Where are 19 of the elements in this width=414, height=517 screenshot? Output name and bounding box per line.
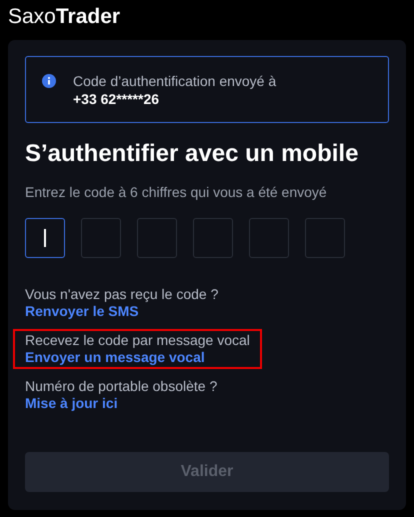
option-question: Vous n'avez pas reçu le code ?: [25, 286, 218, 303]
code-digit-field[interactable]: [305, 218, 345, 258]
logo: SaxoTrader: [8, 4, 120, 30]
instruction-text: Entrez le code à 6 chiffres qui vous a été envoyé: [25, 184, 327, 200]
option-question: Numéro de portable obsolète ?: [25, 378, 218, 395]
option-link[interactable]: Envoyer un message vocal: [25, 349, 205, 366]
option-link[interactable]: Renvoyer le SMS: [25, 303, 139, 320]
option-question: Recevez le code par message vocal: [25, 332, 250, 349]
page-title: S’authentifier avec un mobile: [25, 139, 358, 169]
phone-number: +33 62*****26: [73, 90, 160, 108]
code-digit-field[interactable]: [249, 218, 289, 258]
code-digit-field[interactable]: [137, 218, 177, 258]
option-link[interactable]: Mise à jour ici: [25, 395, 118, 412]
alert-message: Code d’authentification envoyé à: [73, 72, 276, 90]
text-cursor: [44, 229, 46, 247]
code-digit-field[interactable]: [25, 218, 65, 258]
info-icon: [42, 74, 56, 88]
code-digit-field[interactable]: [193, 218, 233, 258]
code-digit-field[interactable]: [81, 218, 121, 258]
